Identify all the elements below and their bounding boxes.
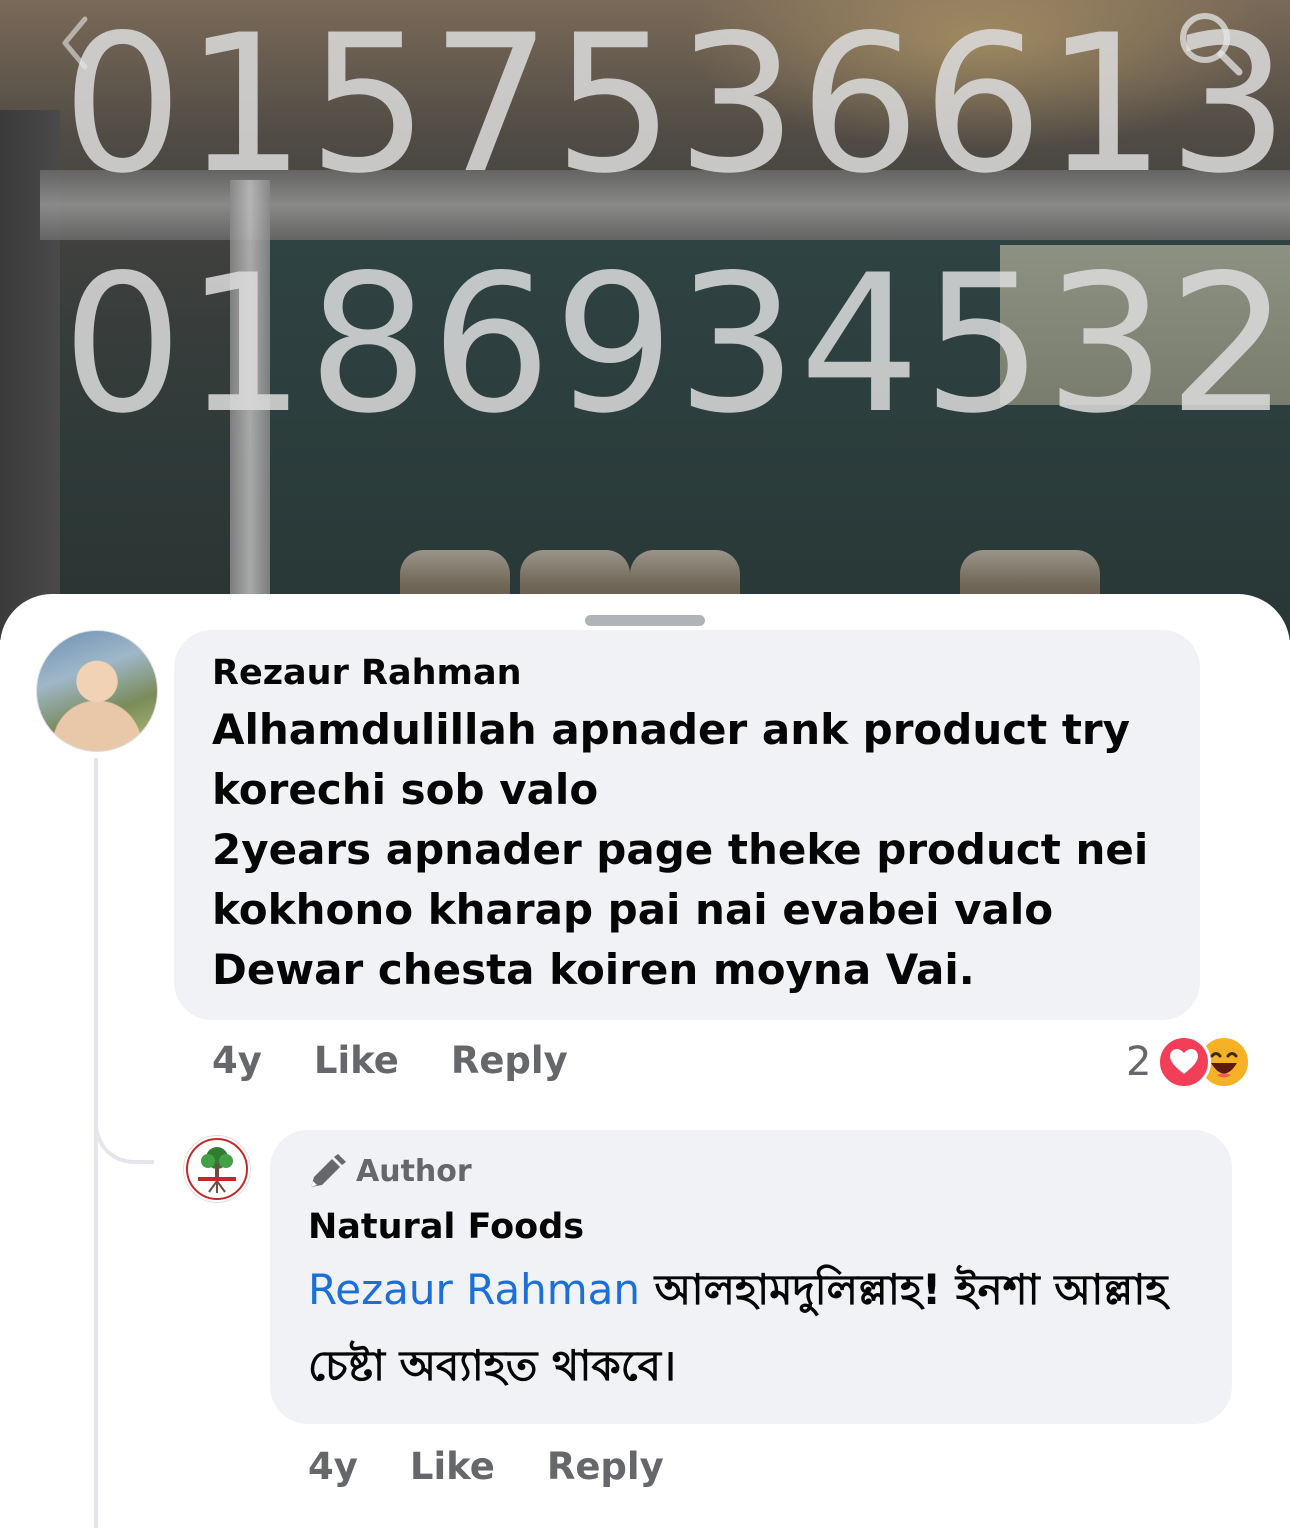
comment-text-line: 2years apnader page theke product nei [212,825,1149,874]
search-icon [1180,13,1243,76]
like-button[interactable]: Like [410,1443,495,1491]
comment-text-line: korechi sob valo [212,765,599,814]
comment-text-line: Dewar chesta koiren moyna Vai. [212,945,975,994]
phone-number-overlay-2: 01869345323 [62,234,1290,455]
phone-number-overlay-1: 01575366134 [62,0,1290,215]
post-photo[interactable]: 01575366134 01869345323 [0,0,1290,640]
comment-timestamp: 4y [212,1039,262,1082]
reply-button[interactable]: Reply [451,1037,568,1085]
comment-text: Alhamdulillah apnader ank product try ko… [212,700,1162,1000]
reply-actions: 4y Like Reply [308,1443,664,1491]
back-button[interactable] [40,8,110,78]
chevron-left-icon [62,16,88,70]
reaction-count: 2 [1126,1039,1152,1085]
thread-connector [94,1084,154,1164]
comment-bubble[interactable]: Rezaur Rahman Alhamdulillah apnader ank … [174,630,1200,1020]
comments-sheet: Rezaur Rahman Alhamdulillah apnader ank … [0,594,1290,1528]
search-button[interactable] [1175,8,1245,78]
comment-text-line: Alhamdulillah apnader ank product try [212,705,1131,754]
reply-text: Rezaur Rahman আলহামদুলিল্লাহ! ইনশা আল্লা… [308,1252,1194,1404]
pencil-icon [311,1154,346,1187]
comment-text-line: kokhono kharap pai nai evabei valo [212,885,1054,934]
reply-author-name[interactable]: Natural Foods [308,1204,1194,1250]
avatar-rezaur-rahman[interactable] [36,630,158,752]
comment-author-name[interactable]: Rezaur Rahman [212,650,1162,696]
author-badge: Author [308,1152,1194,1192]
reply-timestamp: 4y [308,1445,358,1488]
reply-bubble[interactable]: Author Natural Foods Rezaur Rahman আলহাম… [270,1130,1232,1424]
avatar-natural-foods[interactable] [183,1135,251,1203]
natural-foods-logo-icon [186,1138,248,1200]
thread-line [94,758,98,1528]
mention-link[interactable]: Rezaur Rahman [308,1265,640,1314]
comment-actions: 4y Like Reply [212,1037,568,1085]
sheet-drag-handle[interactable] [585,615,705,626]
heart-icon [1170,1049,1199,1074]
author-badge-label: Author [356,1154,472,1189]
reply-button[interactable]: Reply [547,1443,664,1491]
like-button[interactable]: Like [314,1037,399,1085]
reaction-summary[interactable]: 2 [1126,1035,1252,1089]
